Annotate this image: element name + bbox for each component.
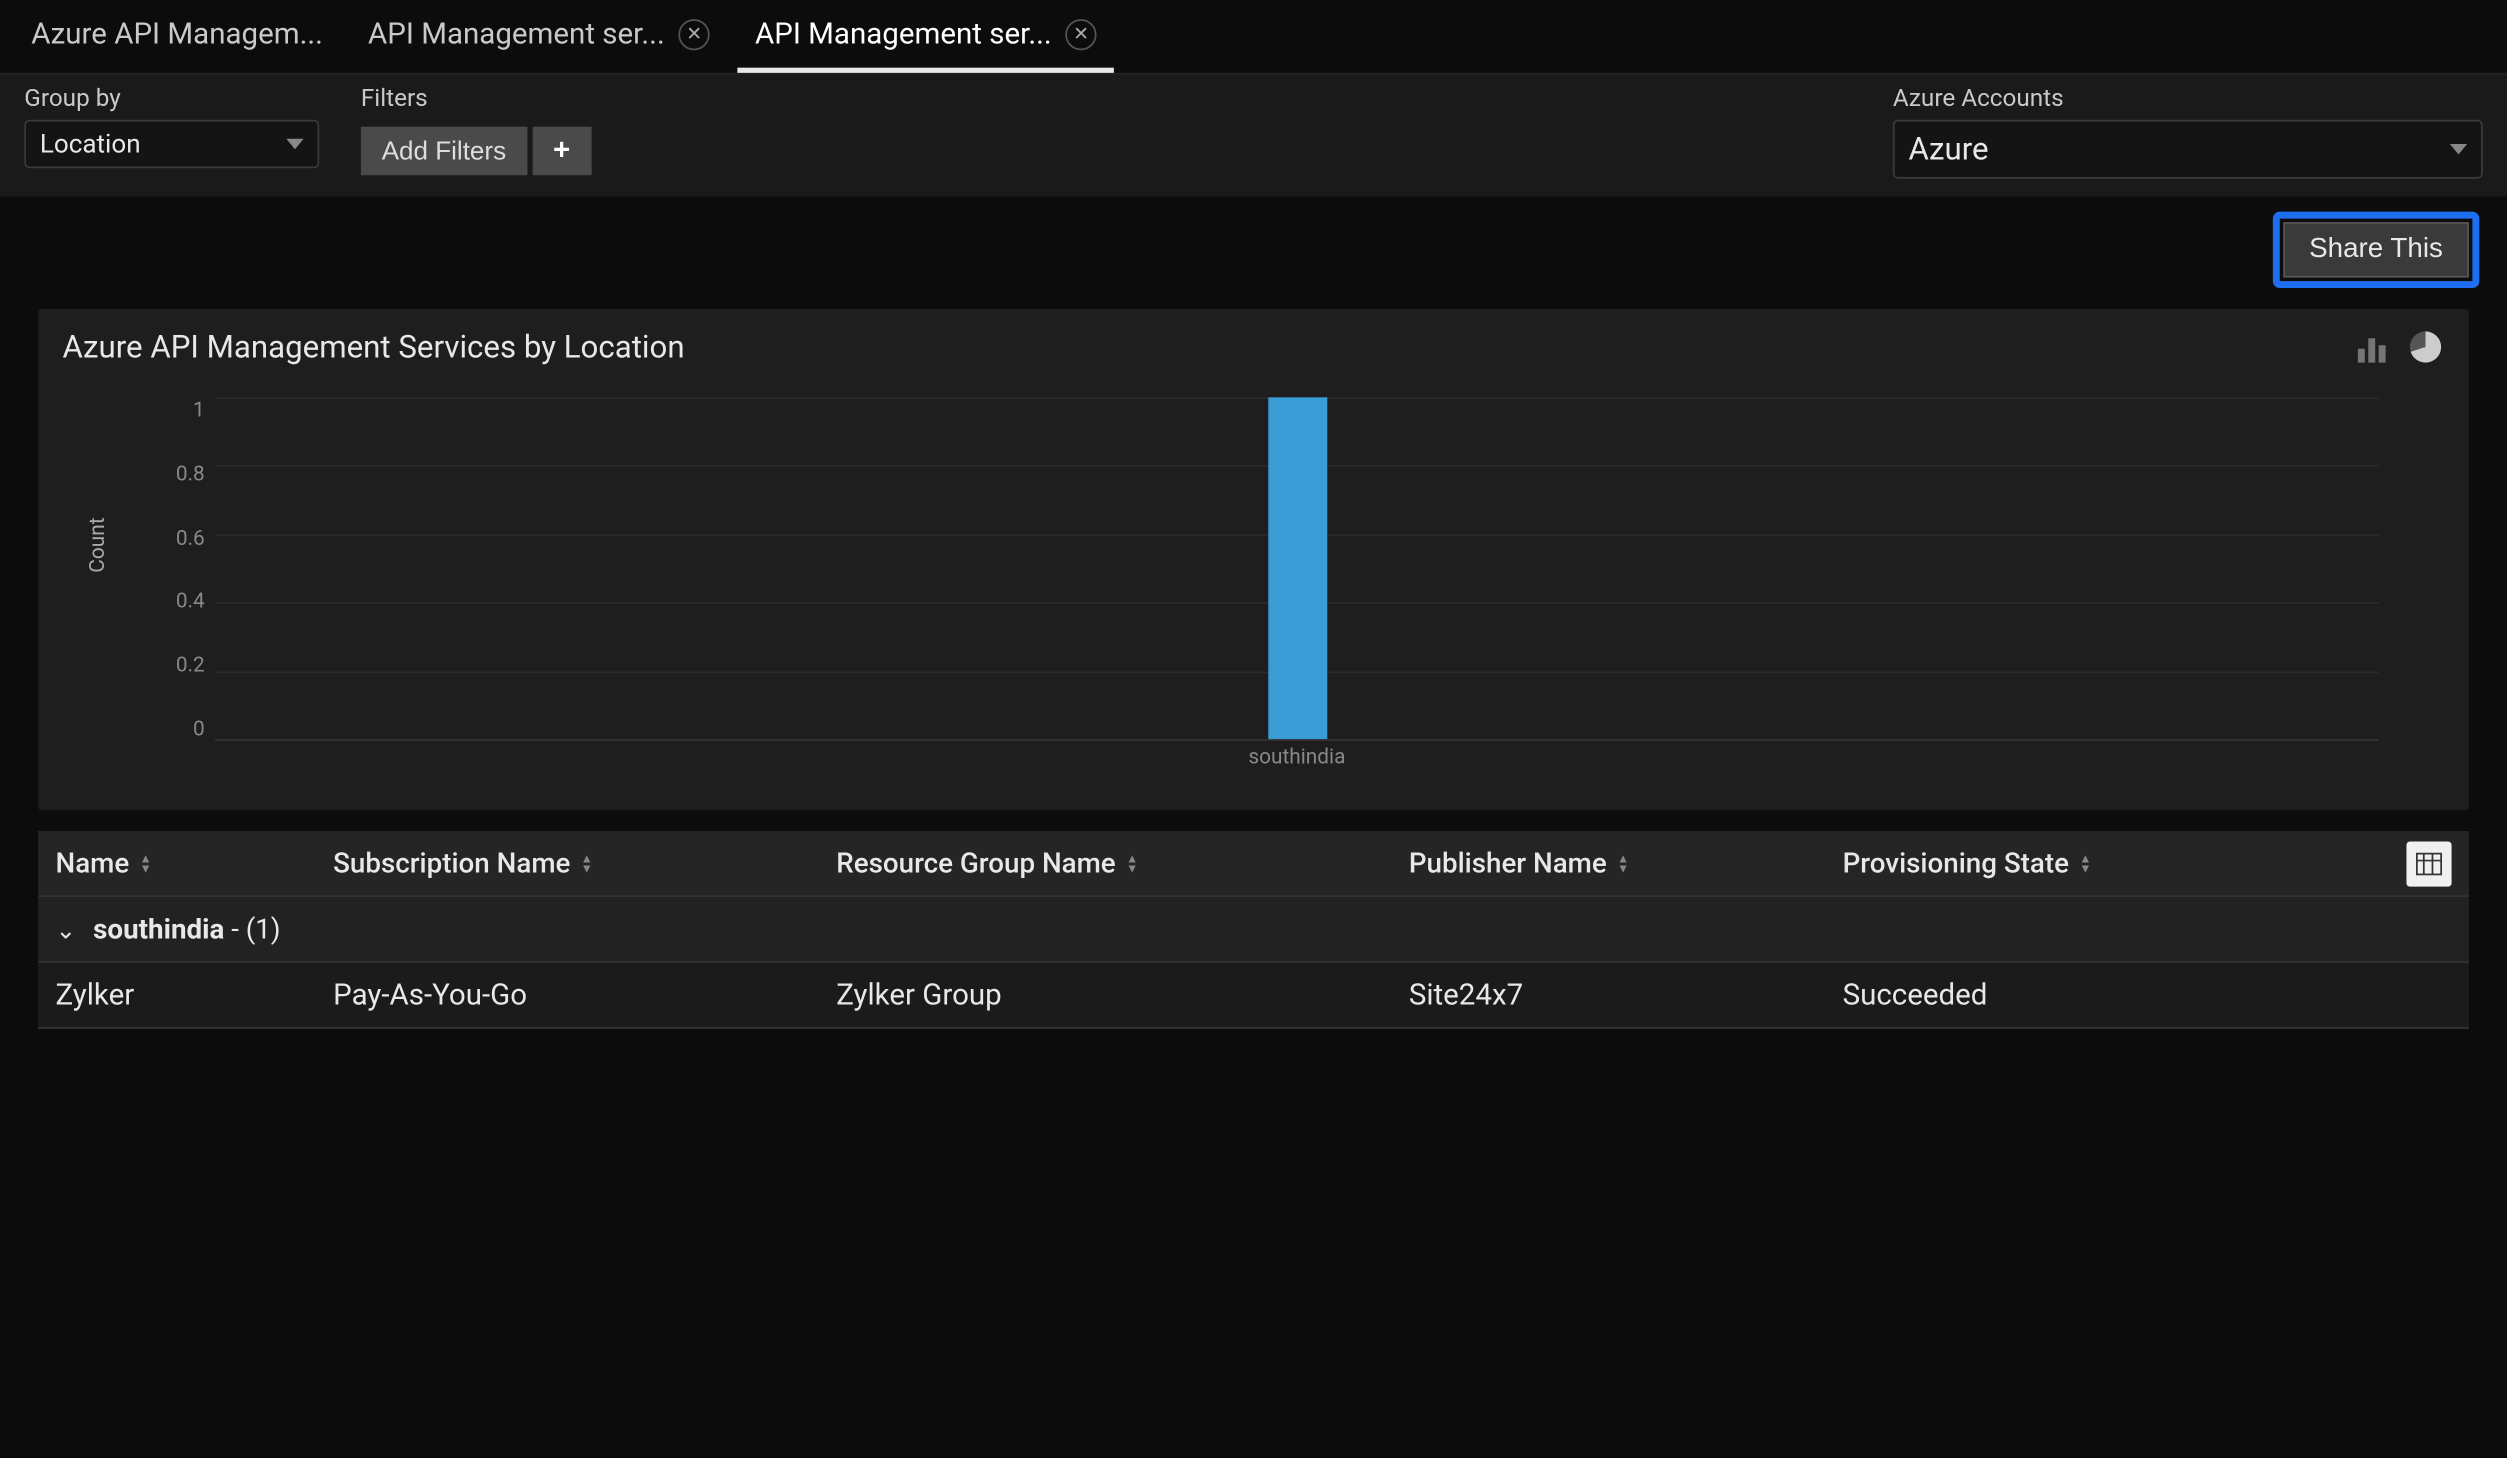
chevron-down-icon [2450, 144, 2467, 154]
sort-icon: ▲▼ [140, 853, 152, 874]
share-highlight: Share This [2273, 212, 2480, 288]
sort-icon: ▲▼ [581, 853, 593, 874]
sort-icon: ▲▼ [1617, 853, 1629, 874]
panel-title: Azure API Management Services by Locatio… [62, 330, 684, 366]
column-settings-button[interactable] [2406, 841, 2451, 886]
col-label: Provisioning State [1843, 847, 2069, 880]
group-row[interactable]: ⌄ southindia - (1) [38, 897, 2469, 963]
col-label: Name [56, 847, 130, 880]
tab-label: API Management ser... [368, 16, 665, 51]
col-subscription[interactable]: Subscription Name ▲▼ [333, 847, 836, 880]
tab-label: API Management ser... [755, 16, 1052, 51]
close-icon[interactable]: ✕ [679, 18, 710, 49]
add-filter-plus-button[interactable]: + [532, 127, 591, 176]
y-tick: 0 [193, 717, 205, 741]
y-tick: 0.4 [176, 589, 205, 613]
table-columns-icon [2415, 849, 2443, 877]
group-count: - (1) [231, 913, 280, 946]
chevron-down-icon [286, 139, 303, 149]
tab-bar: Azure API Managem... API Management ser.… [0, 0, 2507, 73]
group-by-label: Group by [24, 85, 319, 113]
toolbar: Group by Location Filters Add Filters + … [0, 73, 2507, 198]
tab-label: Azure API Managem... [31, 16, 323, 51]
table-header: Name ▲▼ Subscription Name ▲▼ Resource Gr… [38, 831, 2469, 897]
col-label: Subscription Name [333, 847, 570, 880]
results-table: Name ▲▼ Subscription Name ▲▼ Resource Gr… [38, 831, 2469, 1029]
azure-accounts-dropdown[interactable]: Azure [1893, 120, 2483, 179]
chevron-down-icon: ⌄ [56, 918, 76, 946]
col-state[interactable]: Provisioning State ▲▼ [1843, 847, 2311, 880]
col-label: Publisher Name [1409, 847, 1607, 880]
share-row: Share This [0, 198, 2507, 302]
share-this-button[interactable]: Share This [2283, 222, 2469, 278]
col-resource-group[interactable]: Resource Group Name ▲▼ [836, 847, 1409, 880]
col-name[interactable]: Name ▲▼ [56, 847, 334, 880]
chart-panel: Azure API Management Services by Locatio… [38, 309, 2469, 810]
y-axis-label: Count [85, 517, 109, 572]
add-filters-button[interactable]: Add Filters [361, 127, 527, 176]
group-by-dropdown[interactable]: Location [24, 120, 319, 169]
pie-chart-icon[interactable] [2410, 334, 2445, 362]
y-tick: 0.2 [176, 653, 205, 677]
chart-type-toggle [2358, 334, 2445, 362]
group-label: southindia [93, 913, 224, 946]
tab-0[interactable]: Azure API Managem... [14, 0, 340, 73]
close-icon[interactable]: ✕ [1066, 18, 1097, 49]
bar-chart-icon[interactable] [2358, 334, 2393, 362]
y-axis: 1 0.8 0.6 0.4 0.2 0 [149, 397, 205, 741]
y-tick: 0.8 [176, 461, 205, 485]
y-tick: 0.6 [176, 525, 205, 549]
plot-area [215, 397, 2379, 741]
bar-southindia[interactable] [1267, 397, 1326, 739]
azure-accounts-value: Azure [1909, 131, 1989, 167]
x-axis: southindia [215, 744, 2379, 779]
x-tick: southindia [1248, 744, 1345, 779]
table-row[interactable]: Zylker Pay-As-You-Go Zylker Group Site24… [38, 963, 2469, 1029]
group-by-value: Location [40, 128, 141, 159]
azure-accounts-label: Azure Accounts [1893, 85, 2483, 113]
tab-2[interactable]: API Management ser... ✕ [738, 0, 1115, 73]
cell-publisher: Site24x7 [1409, 978, 1843, 1013]
cell-resource-group: Zylker Group [836, 978, 1409, 1013]
col-publisher[interactable]: Publisher Name ▲▼ [1409, 847, 1843, 880]
cell-name: Zylker [56, 978, 334, 1013]
sort-icon: ▲▼ [1126, 853, 1138, 874]
filters-label: Filters [361, 85, 591, 113]
cell-subscription: Pay-As-You-Go [333, 978, 836, 1013]
col-label: Resource Group Name [836, 847, 1115, 880]
azure-accounts-control: Azure Accounts Azure [1893, 85, 2483, 179]
chart: Count 1 0.8 0.6 0.4 0.2 0 southindia [149, 397, 2427, 779]
cell-state: Succeeded [1843, 978, 2311, 1013]
sort-icon: ▲▼ [2079, 853, 2091, 874]
tab-1[interactable]: API Management ser... ✕ [351, 0, 728, 73]
y-tick: 1 [193, 397, 205, 421]
filters-control: Filters Add Filters + [361, 85, 591, 175]
group-by-control: Group by Location [24, 85, 319, 168]
